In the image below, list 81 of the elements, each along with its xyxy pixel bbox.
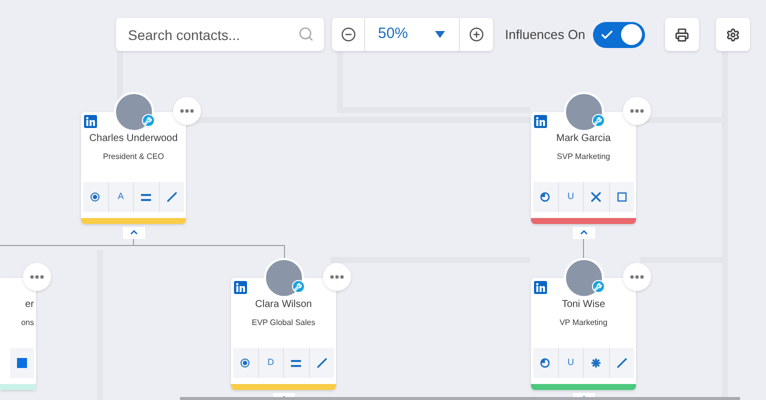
printer-icon: [675, 28, 690, 42]
collapse-button[interactable]: [572, 227, 594, 239]
contact-card[interactable]: Charles Underwood President & CEO A: [81, 112, 186, 224]
contact-name: Charles Underwood: [89, 132, 178, 145]
ellipsis-icon: [630, 109, 644, 113]
contact-name: Clara Wilson: [255, 298, 312, 311]
status-cell[interactable]: [133, 182, 158, 212]
caret-up-icon: [580, 230, 588, 235]
toggle-label: Influences On: [505, 26, 586, 44]
contact-name: Toni Wise: [562, 298, 606, 311]
more-options-button[interactable]: [173, 97, 201, 125]
status-cell[interactable]: [533, 182, 558, 212]
status-cell[interactable]: [583, 182, 608, 212]
slash-icon: [616, 358, 627, 368]
more-options-button[interactable]: [623, 263, 651, 291]
slash-icon: [166, 192, 177, 202]
ellipsis-icon: [30, 275, 44, 279]
minus-circle-icon: [340, 27, 356, 42]
job-title: EVP Global Sales: [252, 317, 316, 328]
ellipsis-icon: [180, 109, 194, 113]
more-options-button[interactable]: [23, 263, 51, 291]
print-button[interactable]: [665, 18, 700, 51]
ellipsis-icon: [330, 275, 344, 279]
square-icon: [616, 192, 627, 202]
contact-card[interactable]: Toni Wise VP Marketing U: [531, 278, 636, 390]
check-icon: [600, 28, 614, 42]
plus-circle-icon: [469, 27, 484, 42]
linkedin-icon[interactable]: [534, 115, 547, 128]
contact-name: er: [25, 298, 34, 311]
linkedin-icon[interactable]: [534, 281, 547, 294]
partial-circle-icon: [540, 192, 550, 202]
job-title: VP Marketing: [560, 317, 608, 328]
more-options-button[interactable]: [323, 263, 351, 291]
caret-down-icon: [435, 31, 445, 38]
search-field[interactable]: Search contacts...: [116, 18, 324, 51]
status-cell[interactable]: A: [108, 182, 133, 212]
cell-letter: U: [568, 356, 574, 370]
caret-up-icon: [130, 230, 138, 235]
status-cell[interactable]: [283, 348, 308, 378]
collapse-button[interactable]: [122, 227, 144, 239]
status-cell[interactable]: D: [258, 348, 283, 378]
status-cell[interactable]: [533, 348, 558, 378]
settings-button[interactable]: [716, 18, 750, 51]
radio-dot-icon: [90, 192, 100, 202]
contact-name: Mark Garcia: [556, 132, 611, 145]
job-title: ons: [21, 317, 34, 328]
status-cell[interactable]: [583, 348, 608, 378]
radio-dot-icon: [240, 358, 250, 368]
status-cell[interactable]: [308, 348, 334, 378]
job-title: SVP Marketing: [556, 151, 610, 162]
contact-card[interactable]: Mark Garcia SVP Marketing U: [531, 112, 636, 224]
cell-letter: U: [568, 190, 574, 204]
search-icon: [298, 26, 314, 42]
equals-icon: [291, 360, 302, 366]
cross-icon: [591, 192, 602, 202]
settings-icon: [726, 28, 740, 42]
slash-icon: [316, 358, 327, 368]
job-title: President & CEO: [103, 151, 164, 162]
asterisk-icon: [591, 358, 602, 368]
partial-circle-icon: [540, 358, 550, 368]
status-cell[interactable]: [233, 348, 258, 378]
status-cell[interactable]: [608, 182, 634, 212]
status-cell[interactable]: [608, 348, 634, 378]
contact-card[interactable]: er ons: [0, 278, 36, 390]
linkedin-icon[interactable]: [234, 281, 247, 294]
status-cell[interactable]: [158, 182, 184, 212]
ellipsis-icon: [630, 275, 644, 279]
cell-letter: A: [118, 190, 124, 204]
connector-line: [583, 238, 584, 258]
status-cell[interactable]: U: [558, 182, 583, 212]
cell-letter: D: [268, 356, 274, 370]
square-icon: [17, 358, 27, 368]
status-cell[interactable]: [83, 182, 108, 212]
more-options-button[interactable]: [623, 97, 651, 125]
equals-icon: [141, 194, 152, 200]
horizontal-scrollbar[interactable]: [180, 397, 740, 400]
contact-card[interactable]: Clara Wilson EVP Global Sales D: [231, 278, 336, 390]
influences-toggle[interactable]: [593, 22, 646, 48]
status-cell[interactable]: [10, 348, 34, 378]
linkedin-icon[interactable]: [84, 115, 97, 128]
status-cell[interactable]: U: [558, 348, 583, 378]
